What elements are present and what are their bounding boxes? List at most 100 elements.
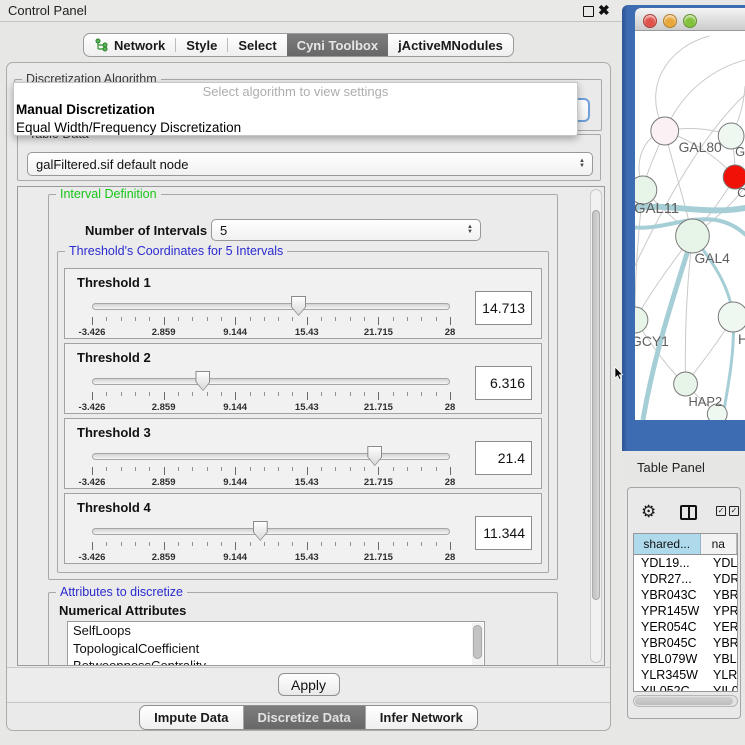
table-row[interactable]: YDL19...YDL1: [634, 555, 737, 571]
table-cell: YLR3: [707, 667, 737, 683]
threshold-panel-threshold-4: Threshold 4-3.4262.8599.14415.4321.71528…: [64, 493, 542, 564]
checkbox-icon[interactable]: ✓: [716, 506, 726, 516]
threshold-value-field[interactable]: 21.4: [475, 441, 532, 475]
table-data-combo[interactable]: galFiltered.sif default node ▲▼: [27, 152, 593, 176]
dropdown-hint: Select algorithm to view settings: [14, 83, 577, 101]
number-of-intervals-label: Number of Intervals: [85, 223, 207, 238]
tab-label: Select: [238, 38, 276, 53]
threshold-slider[interactable]: -3.4262.8599.14415.4321.71528: [92, 520, 450, 564]
thresholds-container: Threshold 1-3.4262.8599.14415.4321.71528…: [58, 268, 548, 564]
settings-scrollbar[interactable]: [590, 189, 602, 663]
column-header-na[interactable]: na: [701, 534, 737, 554]
list-item-topologicalcoefficient[interactable]: TopologicalCoefficient: [68, 640, 484, 658]
list-item-betweennesscentrality[interactable]: BetweennessCentrality: [68, 657, 484, 666]
slider-ticks: [92, 317, 450, 326]
table-cell: YBR0: [707, 635, 737, 651]
slider-track[interactable]: [92, 378, 450, 385]
network-node-gcy1[interactable]: [635, 307, 648, 333]
table-row[interactable]: YBR043CYBR0: [634, 587, 737, 603]
tab-label: Impute Data: [154, 710, 228, 725]
table-row[interactable]: YDR27...YDR2: [634, 571, 737, 587]
window-title: Control Panel: [8, 3, 87, 18]
table-cell: YLR345W: [634, 667, 707, 683]
table-cell: YDR2: [707, 571, 737, 587]
table-row[interactable]: YPR145WYPR1: [634, 603, 737, 619]
tab-network[interactable]: Network: [84, 34, 175, 56]
zoom-traffic-light-icon[interactable]: [683, 14, 697, 28]
slider-thumb[interactable]: [367, 446, 382, 466]
tab-select[interactable]: Select: [228, 34, 286, 56]
network-node-h[interactable]: [718, 302, 745, 332]
threshold-panel-threshold-1: Threshold 1-3.4262.8599.14415.4321.71528…: [64, 268, 542, 339]
interval-definition-title: Interval Definition: [56, 187, 161, 201]
gear-icon[interactable]: ⚙: [641, 503, 656, 520]
apply-button[interactable]: Apply: [278, 673, 340, 696]
threshold-panel-threshold-2: Threshold 2-3.4262.8599.14415.4321.71528…: [64, 343, 542, 414]
network-canvas[interactable]: GAL80G.CGAL11GAL4GCY1HHAP2: [635, 31, 745, 420]
apply-row: Apply: [7, 667, 610, 701]
attributes-section: Attributes to discretize Numerical Attri…: [48, 592, 558, 666]
network-window-titlebar: [635, 8, 745, 31]
tab-impute-data[interactable]: Impute Data: [140, 706, 242, 729]
slider-thumb[interactable]: [291, 296, 306, 316]
slider-tick-labels: -3.4262.8599.14415.4321.71528: [92, 402, 450, 413]
network-node-label: GAL11: [635, 200, 679, 217]
network-node-hap2[interactable]: [674, 372, 698, 396]
table-row[interactable]: YIL052CYIL0: [634, 683, 737, 692]
tab-cyni-toolbox[interactable]: Cyni Toolbox: [287, 34, 388, 56]
tab-infer-network[interactable]: Infer Network: [365, 706, 477, 729]
table-row[interactable]: YBR045CYBR0: [634, 635, 737, 651]
combo-arrows-icon: ▲▼: [579, 159, 585, 169]
slider-track[interactable]: [92, 528, 450, 535]
checkbox-icon[interactable]: ✓: [729, 506, 739, 516]
slider-thumb[interactable]: [253, 521, 268, 541]
table-data-combo-value: galFiltered.sif default node: [36, 157, 188, 172]
table-rows: YDL19...YDL1YDR27...YDR2YBR043CYBR0YPR14…: [634, 555, 737, 692]
control-panel-titlebar: Control Panel ✖: [0, 0, 622, 22]
float-window-icon[interactable]: [583, 6, 594, 17]
network-edge[interactable]: [665, 59, 745, 131]
table-row[interactable]: YLR345WYLR3: [634, 667, 737, 683]
algorithm-dropdown-popup: Select algorithm to view settings Manual…: [13, 82, 578, 136]
threshold-value-field[interactable]: 6.316: [475, 366, 532, 400]
dropdown-option-manual-discretization[interactable]: Manual Discretization: [14, 101, 577, 119]
slider-track[interactable]: [92, 453, 450, 460]
slider-track[interactable]: [92, 303, 450, 310]
attributes-title: Attributes to discretize: [56, 585, 187, 599]
top-tab-bar: Network Style Select Cyni ToolboxjActiveMNo…: [83, 33, 514, 57]
column-layout-icon[interactable]: [680, 505, 697, 520]
table-panel: ⚙ ✓ ✓ shared...na YDL19...YDL1YDR27...YD…: [627, 487, 741, 719]
network-node-gal80[interactable]: [651, 117, 679, 145]
table-row[interactable]: YER054CYER0: [634, 619, 737, 635]
table-panel-toolbar: ⚙ ✓ ✓: [628, 488, 740, 533]
close-icon[interactable]: ✖: [598, 2, 610, 19]
table-hscrollbar[interactable]: [633, 695, 738, 707]
attributes-scrollbar[interactable]: [472, 623, 483, 666]
threshold-slider[interactable]: -3.4262.8599.14415.4321.71528: [92, 445, 450, 489]
threshold-value-field[interactable]: 14.713: [475, 291, 532, 325]
slider-thumb[interactable]: [195, 371, 210, 391]
table-cell: YBR045C: [634, 635, 707, 651]
slider-tick-labels: -3.4262.8599.14415.4321.71528: [92, 552, 450, 563]
table-cell: YPR1: [707, 603, 737, 619]
dropdown-option-equal-width-frequency[interactable]: Equal Width/Frequency Discretization: [14, 119, 577, 137]
tab-style[interactable]: Style: [176, 34, 227, 56]
table-row[interactable]: YBL079WYBL0: [634, 651, 737, 667]
minimize-traffic-light-icon[interactable]: [663, 14, 677, 28]
table-cell: YIL0: [707, 683, 737, 692]
column-header-shared[interactable]: shared...: [634, 534, 701, 554]
threshold-slider[interactable]: -3.4262.8599.14415.4321.71528: [92, 370, 450, 414]
tab-jactivemnodules[interactable]: jActiveMNodules: [388, 34, 513, 56]
list-item-selfloops[interactable]: SelfLoops: [68, 622, 484, 640]
numerical-attributes-list[interactable]: SelfLoopsTopologicalCoefficientBetweenne…: [67, 621, 485, 666]
tab-label: Style: [186, 38, 217, 53]
network-node-gal4[interactable]: [676, 219, 710, 253]
close-traffic-light-icon[interactable]: [643, 14, 657, 28]
threshold-value-field[interactable]: 11.344: [475, 516, 532, 550]
attribute-items: SelfLoopsTopologicalCoefficientBetweenne…: [68, 622, 484, 666]
slider-ticks: [92, 542, 450, 551]
network-node-label: GCY1: [635, 333, 669, 349]
number-of-intervals-combo[interactable]: 5 ▲▼: [211, 219, 481, 241]
threshold-slider[interactable]: -3.4262.8599.14415.4321.71528: [92, 295, 450, 339]
tab-discretize-data[interactable]: Discretize Data: [243, 706, 365, 729]
